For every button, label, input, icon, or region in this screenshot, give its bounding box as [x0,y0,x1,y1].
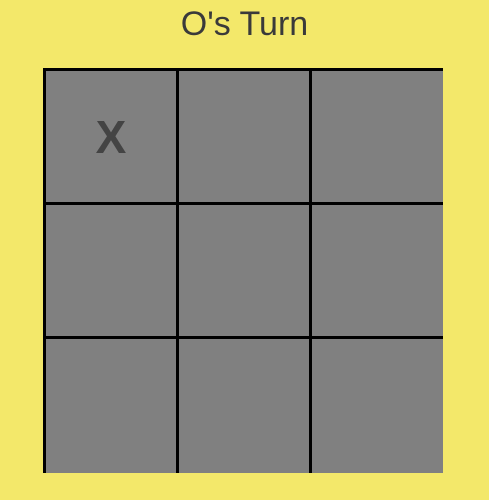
turn-indicator: O's Turn [180,5,309,43]
board-cell-4[interactable] [46,205,176,336]
board-cell-8[interactable] [179,339,309,473]
board-cell-1[interactable]: X [46,71,176,202]
board-cell-5[interactable] [179,205,309,336]
board-cell-3[interactable] [312,71,443,202]
board-cell-6[interactable] [312,205,443,336]
game-board: X [43,68,443,473]
board-cell-9[interactable] [312,339,443,473]
board-cell-7[interactable] [46,339,176,473]
board-cell-2[interactable] [179,71,309,202]
